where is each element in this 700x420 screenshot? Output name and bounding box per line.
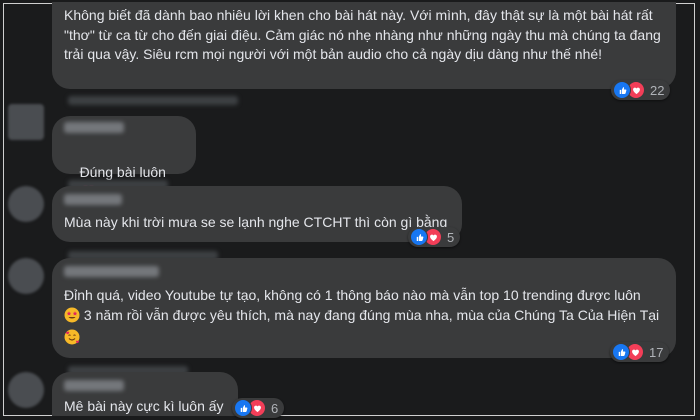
comment-meta-blurred (68, 96, 238, 105)
commenter-name-blurred[interactable] (64, 122, 124, 133)
like-icon (612, 343, 630, 361)
reaction-count: 17 (649, 344, 664, 360)
reaction-summary[interactable]: 17 (610, 342, 670, 362)
comment-text-content: Đúng bài luôn (79, 163, 166, 180)
like-icon (410, 228, 428, 246)
commenter-name-blurred[interactable] (64, 380, 124, 391)
comment-bubble-1: Không biết đã dành bao nhiêu lời khen ch… (52, 2, 676, 89)
commenter-name-blurred[interactable] (64, 194, 122, 205)
reaction-summary[interactable]: 5 (408, 227, 461, 247)
comment-bubble-2: Đúng bài luôn (52, 116, 196, 197)
avatar[interactable] (8, 186, 44, 222)
commenter-name-blurred[interactable] (64, 266, 159, 277)
reaction-count: 6 (271, 400, 279, 416)
comment-bubble-4: Đỉnh quá, video Youtube tự tạo, không có… (52, 258, 676, 358)
reaction-count: 22 (650, 82, 665, 98)
like-icon (613, 81, 631, 99)
comment-text-part2: 3 năm rồi vẫn được yêu thích, mà nay đan… (80, 306, 660, 323)
comment-text-part1: Đỉnh quá, video Youtube tự tạo, không có… (64, 287, 641, 303)
avatar[interactable] (8, 104, 44, 140)
smiling-face-with-hearts-emoji (64, 329, 80, 351)
avatar[interactable] (8, 258, 44, 294)
like-icon (234, 399, 252, 417)
comment-bubble-3: Mùa này khi trời mưa se se lạnh nghe CTC… (52, 186, 462, 242)
comment-text: Mê bài này cực kì luôn ấy (64, 398, 224, 414)
reaction-summary[interactable]: 6 (232, 398, 285, 418)
star-struck-emoji (64, 307, 80, 329)
comment-bubble-5: Mê bài này cực kì luôn ấy (52, 372, 238, 416)
comment-text: Không biết đã dành bao nhiêu lời khen ch… (64, 7, 665, 62)
comment-text: Mùa này khi trời mưa se se lạnh nghe CTC… (64, 214, 448, 230)
avatar[interactable] (8, 372, 44, 408)
reaction-summary[interactable]: 22 (611, 80, 671, 100)
comment-text: Đỉnh quá, video Youtube tự tạo, không có… (64, 286, 664, 351)
reaction-count: 5 (447, 229, 455, 245)
